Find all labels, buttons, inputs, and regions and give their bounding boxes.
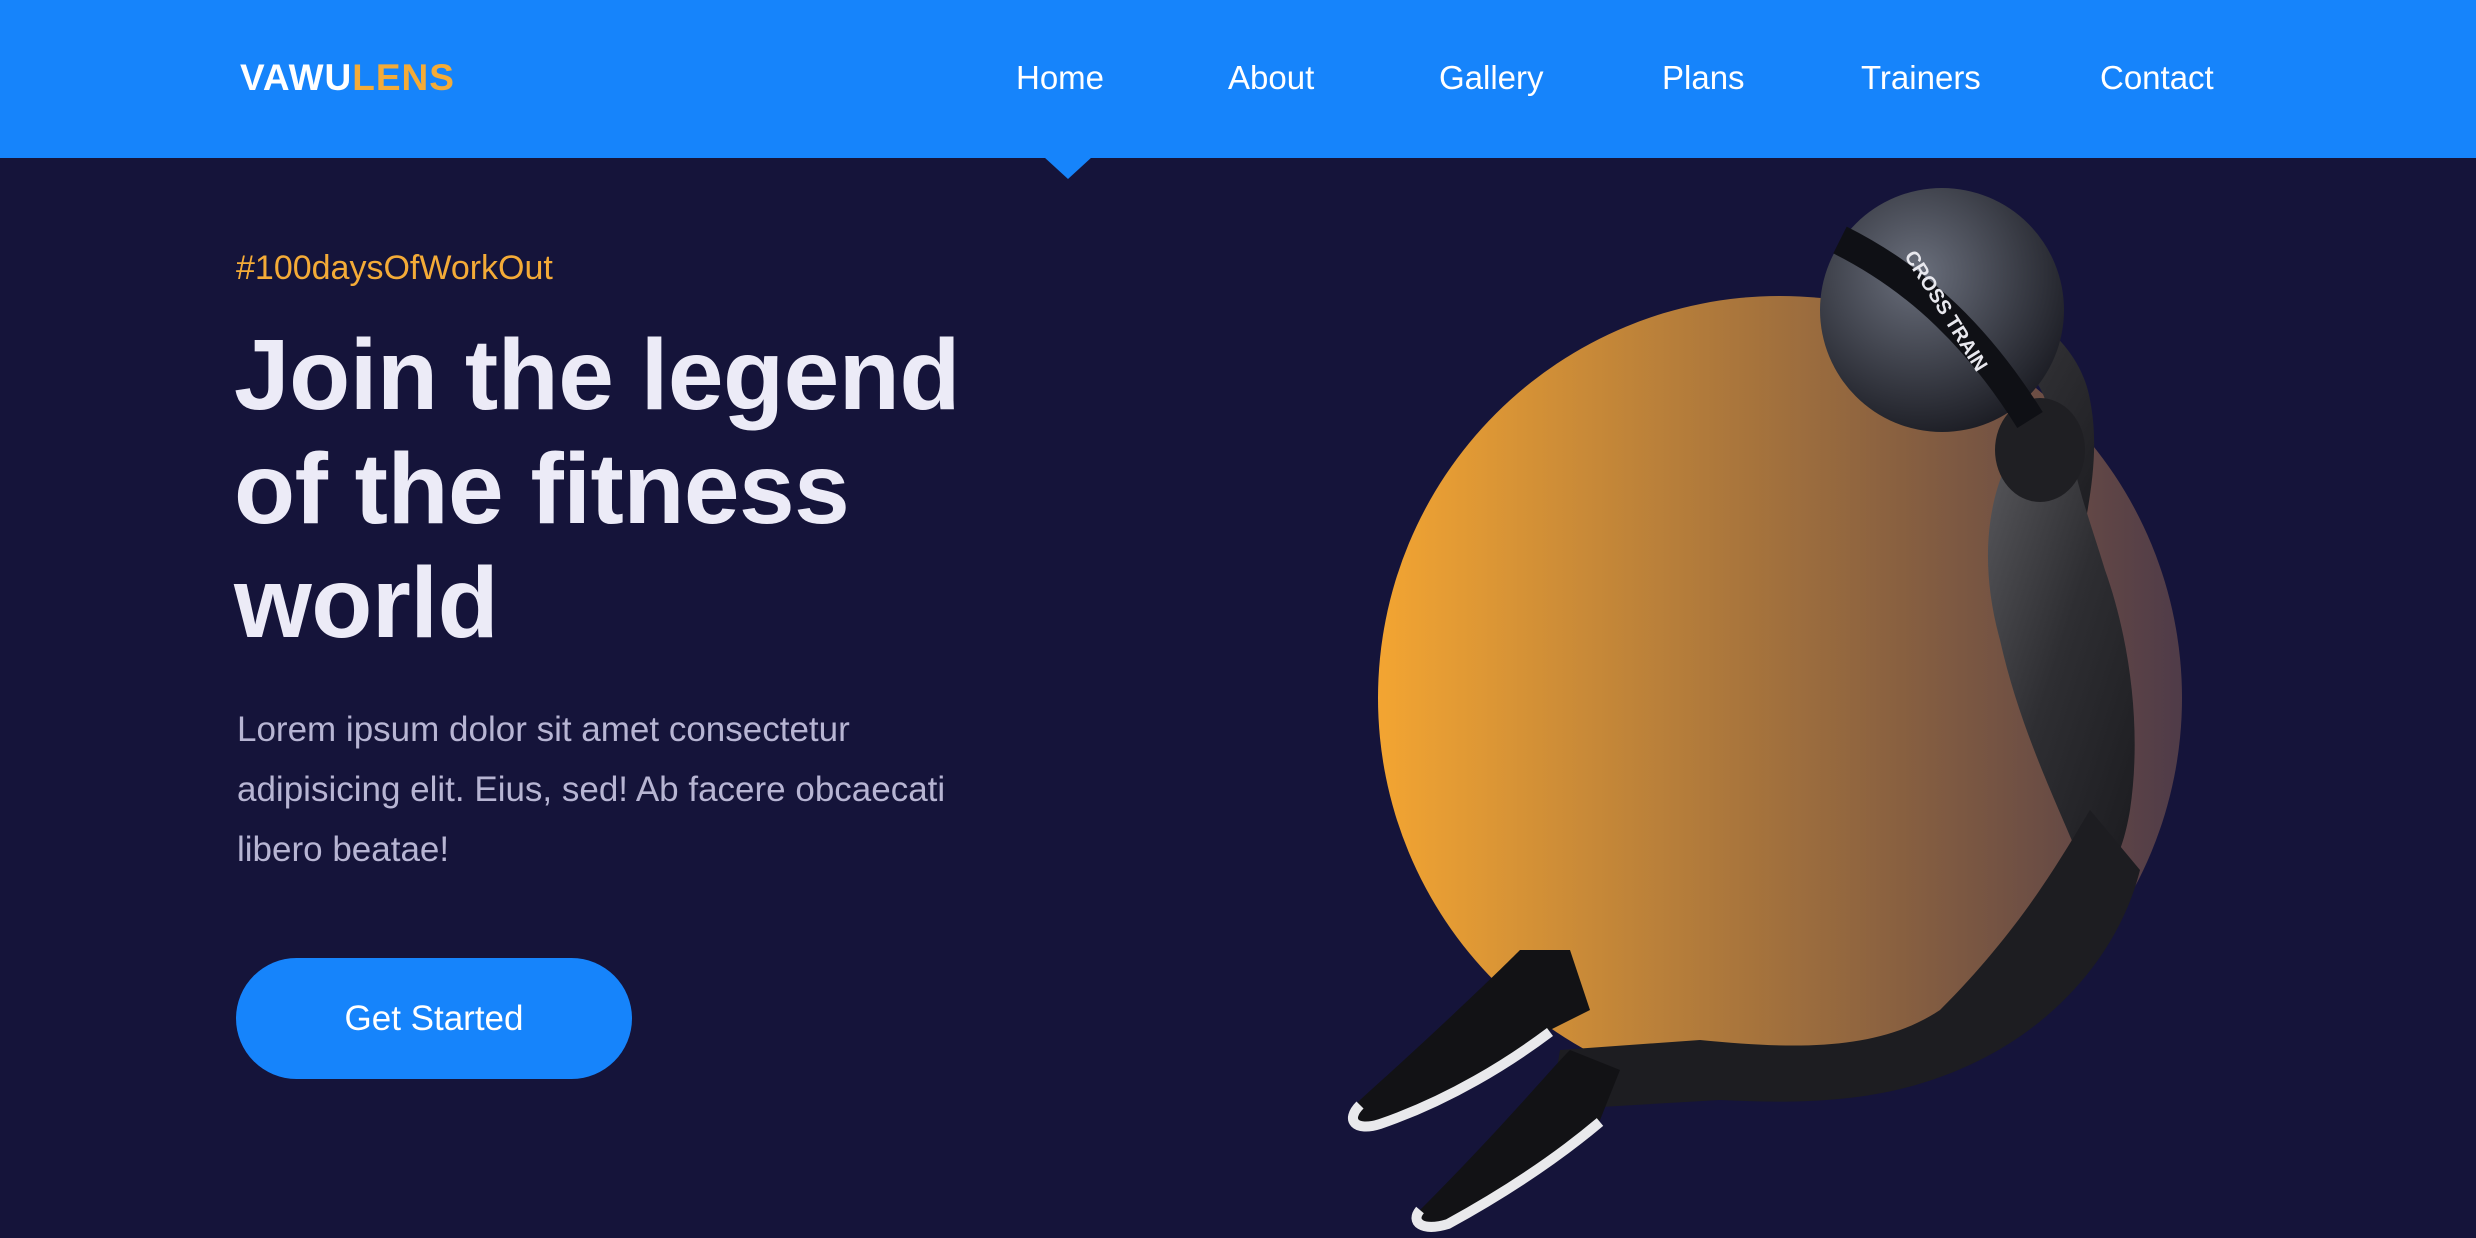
hero-headline: Join the legend of the fitness world xyxy=(234,318,1134,660)
main-nav: Home About Gallery Plans Trainers Contac… xyxy=(0,0,2476,158)
nav-link-gallery[interactable]: Gallery xyxy=(1439,56,1544,100)
hero-illustration: CROSS TRAIN xyxy=(1348,188,2182,1232)
medicine-ball: CROSS TRAIN xyxy=(1820,188,2064,432)
hero-headline-line-2: of the fitness xyxy=(234,433,850,545)
hero-hashtag: #100daysOfWorkOut xyxy=(236,249,553,287)
nav-link-home[interactable]: Home xyxy=(1016,56,1104,100)
hero-description-line-1: Lorem ipsum dolor sit amet consectetur xyxy=(237,710,850,749)
nav-link-about[interactable]: About xyxy=(1228,56,1314,100)
hero-description-line-2: adipisicing elit. Eius, sed! Ab facere o… xyxy=(237,770,946,809)
hero-headline-line-3: world xyxy=(234,547,499,659)
get-started-button[interactable]: Get Started xyxy=(236,958,632,1079)
nav-link-plans[interactable]: Plans xyxy=(1662,56,1745,100)
nav-link-contact[interactable]: Contact xyxy=(2100,56,2214,100)
navbar: VAWULENS Home About Gallery Plans Traine… xyxy=(0,0,2476,179)
hero-description: Lorem ipsum dolor sit amet consectetur a… xyxy=(237,700,1057,880)
active-nav-indicator xyxy=(1044,157,1092,179)
hero-description-line-3: libero beatae! xyxy=(237,830,450,869)
hero-headline-line-1: Join the legend xyxy=(234,319,960,431)
nav-link-trainers[interactable]: Trainers xyxy=(1861,56,1981,100)
